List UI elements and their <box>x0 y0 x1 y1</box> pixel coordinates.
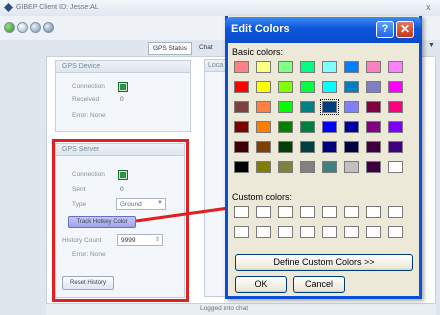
basic-color-swatch[interactable] <box>322 121 337 133</box>
basic-color-swatch[interactable] <box>388 161 403 173</box>
app-title: GIBEP Client ID: Jesse:AL <box>16 4 99 11</box>
basic-color-swatch[interactable] <box>344 141 359 153</box>
ok-button[interactable]: OK <box>235 276 287 293</box>
basic-color-swatch[interactable] <box>300 121 315 133</box>
basic-color-swatch[interactable] <box>366 61 381 73</box>
custom-colors-label: Custom colors: <box>232 192 293 202</box>
chevron-down-icon[interactable]: ▼ <box>428 42 435 49</box>
basic-color-swatch[interactable] <box>366 161 381 173</box>
gps-device-received-label: Received <box>72 96 100 103</box>
cancel-button[interactable]: Cancel <box>293 276 345 293</box>
basic-color-swatch[interactable] <box>344 61 359 73</box>
help-button[interactable]: ? <box>376 21 394 38</box>
custom-color-swatch[interactable] <box>234 206 249 218</box>
app-logo-icon <box>4 3 13 12</box>
gps-device-received-value: 0 <box>120 96 124 103</box>
custom-color-swatch[interactable] <box>234 226 249 238</box>
basic-color-swatch[interactable] <box>256 121 271 133</box>
custom-color-swatch[interactable] <box>256 226 271 238</box>
basic-colors-label: Basic colors: <box>232 47 284 57</box>
basic-color-swatch[interactable] <box>300 161 315 173</box>
basic-color-swatch[interactable] <box>300 81 315 93</box>
basic-color-swatch[interactable] <box>256 161 271 173</box>
custom-color-swatch[interactable] <box>300 206 315 218</box>
basic-color-swatch[interactable] <box>366 121 381 133</box>
custom-color-swatch[interactable] <box>366 206 381 218</box>
basic-color-swatch[interactable] <box>322 81 337 93</box>
basic-color-swatch[interactable] <box>234 121 249 133</box>
basic-color-swatch[interactable] <box>278 101 293 113</box>
basic-color-swatch[interactable] <box>388 101 403 113</box>
basic-color-swatch[interactable] <box>234 161 249 173</box>
close-button[interactable]: ✕ <box>396 21 414 38</box>
basic-color-swatch[interactable] <box>278 121 293 133</box>
custom-color-swatch[interactable] <box>322 206 337 218</box>
custom-color-swatch[interactable] <box>278 226 293 238</box>
gps-device-connection-label: Connection <box>72 83 105 90</box>
settings-icon[interactable] <box>30 22 41 33</box>
basic-colors-grid <box>234 61 414 187</box>
basic-color-swatch[interactable] <box>322 161 337 173</box>
user-icon[interactable] <box>43 22 54 33</box>
basic-color-swatch[interactable] <box>278 81 293 93</box>
basic-color-swatch[interactable] <box>322 141 337 153</box>
basic-color-swatch[interactable] <box>388 81 403 93</box>
basic-color-swatch[interactable] <box>256 141 271 153</box>
custom-color-swatch[interactable] <box>388 226 403 238</box>
basic-color-swatch[interactable] <box>344 101 359 113</box>
gps-device-connection-indicator <box>118 82 128 92</box>
basic-color-swatch[interactable] <box>234 141 249 153</box>
disc-icon[interactable] <box>17 22 28 33</box>
basic-color-swatch[interactable] <box>388 121 403 133</box>
custom-color-swatch[interactable] <box>344 206 359 218</box>
basic-color-swatch[interactable] <box>278 61 293 73</box>
gps-device-error: Error: None <box>72 112 106 119</box>
basic-color-swatch[interactable] <box>256 81 271 93</box>
basic-color-swatch[interactable] <box>234 61 249 73</box>
custom-color-swatch[interactable] <box>256 206 271 218</box>
custom-color-swatch[interactable] <box>278 206 293 218</box>
basic-color-swatch[interactable] <box>344 81 359 93</box>
custom-color-swatch[interactable] <box>300 226 315 238</box>
basic-color-swatch[interactable] <box>388 61 403 73</box>
basic-color-swatch[interactable] <box>344 121 359 133</box>
custom-color-swatch[interactable] <box>344 226 359 238</box>
define-custom-colors-button[interactable]: Define Custom Colors >> <box>235 254 413 271</box>
basic-color-swatch[interactable] <box>300 61 315 73</box>
basic-color-swatch[interactable] <box>300 141 315 153</box>
basic-color-swatch[interactable] <box>344 161 359 173</box>
basic-color-swatch[interactable] <box>256 61 271 73</box>
basic-color-swatch[interactable] <box>300 101 315 113</box>
basic-color-swatch[interactable] <box>320 99 339 115</box>
gps-device-title: GPS Device <box>56 61 190 73</box>
custom-color-swatch[interactable] <box>322 226 337 238</box>
status-text: Logged into chat <box>200 305 249 312</box>
app-close-button[interactable]: x <box>426 2 431 12</box>
basic-color-swatch[interactable] <box>322 61 337 73</box>
basic-color-swatch[interactable] <box>366 141 381 153</box>
tab-chat[interactable]: Chat <box>195 42 217 55</box>
custom-color-swatch[interactable] <box>366 226 381 238</box>
tab-gps-status[interactable]: GPS Status <box>148 42 192 55</box>
basic-color-swatch[interactable] <box>234 81 249 93</box>
dialog-title: Edit Colors <box>231 23 290 35</box>
basic-color-swatch[interactable] <box>256 101 271 113</box>
basic-color-swatch[interactable] <box>388 141 403 153</box>
basic-color-swatch[interactable] <box>366 101 381 113</box>
connect-icon[interactable] <box>4 22 15 33</box>
basic-color-swatch[interactable] <box>366 81 381 93</box>
custom-colors-grid <box>234 206 414 244</box>
basic-color-swatch[interactable] <box>278 161 293 173</box>
custom-color-swatch[interactable] <box>388 206 403 218</box>
basic-color-swatch[interactable] <box>234 101 249 113</box>
basic-color-swatch[interactable] <box>278 141 293 153</box>
